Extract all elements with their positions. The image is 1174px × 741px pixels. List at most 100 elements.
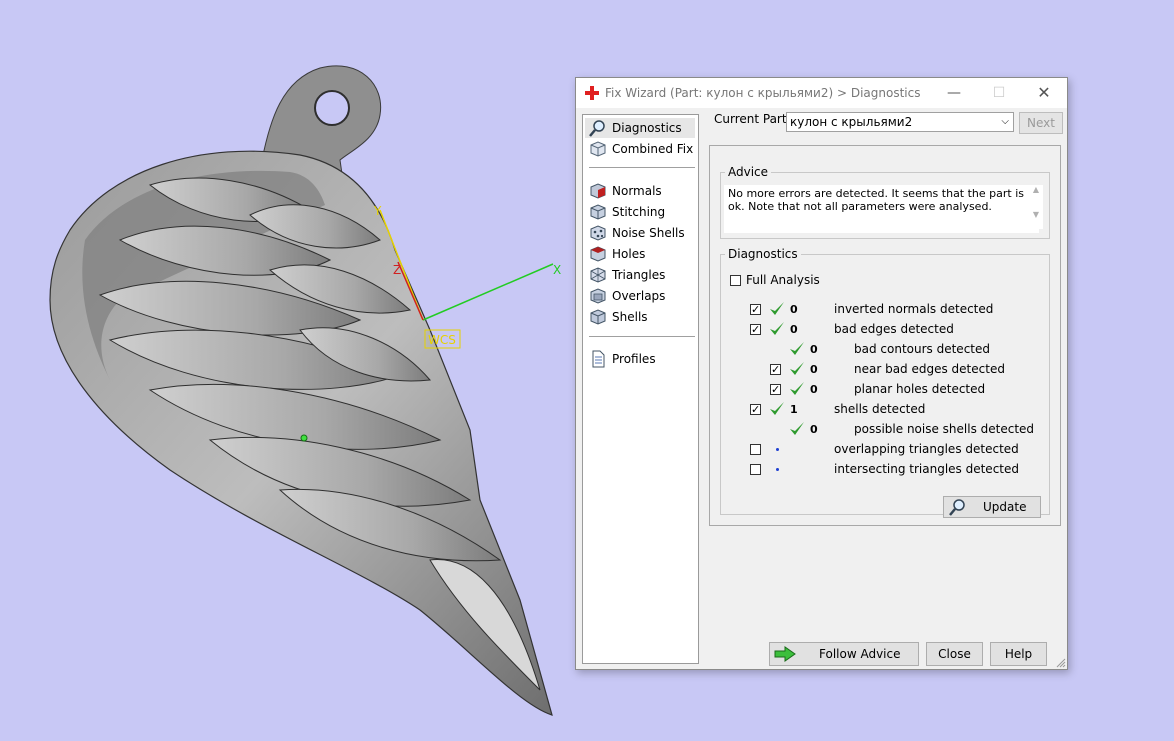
triangles-icon [590, 267, 606, 283]
help-button[interactable]: Help [990, 642, 1047, 666]
green-check-icon [770, 322, 784, 335]
pending-dot-icon [776, 468, 779, 471]
chevron-down-icon: ⌵ [1001, 116, 1009, 127]
nav-item-noise-shells[interactable]: Noise Shells [585, 223, 695, 243]
green-check-icon [770, 302, 784, 315]
intersecting-triangles-checkbox[interactable] [750, 464, 761, 475]
advice-scrollbar[interactable]: ▲ ▼ [1029, 185, 1043, 229]
window-title: Fix Wizard (Part: кулон с крыльями2) > D… [605, 86, 921, 100]
nav-label: Holes [612, 247, 646, 261]
green-check-icon [770, 402, 784, 415]
nav-divider [589, 336, 695, 337]
green-arrow-icon [774, 646, 796, 662]
planar-holes-label: planar holes detected [854, 382, 986, 396]
follow-advice-label: Follow Advice [819, 647, 901, 661]
nav-item-stitching[interactable]: Stitching [585, 202, 695, 222]
overlapping-triangles-label: overlapping triangles detected [834, 442, 1019, 456]
shells-checkbox[interactable]: ✓ [750, 404, 761, 415]
noise-shells-label: possible noise shells detected [854, 422, 1035, 436]
green-check-icon [790, 382, 804, 395]
document-icon [592, 350, 605, 368]
red-cross-icon [585, 86, 599, 100]
current-part-select[interactable]: кулон с крыльями2 ⌵ [786, 112, 1014, 132]
shells-count: 1 [790, 403, 798, 416]
resize-grip-icon[interactable] [1056, 658, 1066, 668]
nav-label: Shells [612, 310, 648, 324]
nav-item-combined-fix[interactable]: Combined Fix [585, 139, 695, 159]
maximize-button[interactable]: ☐ [976, 78, 1022, 108]
x-axis-label: X [553, 263, 561, 277]
nav-label: Noise Shells [612, 226, 685, 240]
nav-label: Stitching [612, 205, 666, 219]
nav-item-normals[interactable]: Normals [585, 181, 695, 201]
near-bad-edges-label: near bad edges detected [854, 362, 1005, 376]
nav-label: Combined Fix [612, 142, 694, 156]
minimize-button[interactable]: — [931, 78, 977, 108]
overlapping-triangles-checkbox[interactable] [750, 444, 761, 455]
close-window-button[interactable]: ✕ [1021, 78, 1067, 108]
advice-group: Advice No more errors are detected. It s… [720, 165, 1050, 239]
close-button[interactable]: Close [926, 642, 983, 666]
title-bar[interactable]: Fix Wizard (Part: кулон с крыльями2) > D… [576, 78, 1067, 108]
nav-item-holes[interactable]: Holes [585, 244, 695, 264]
intersecting-triangles-label: intersecting triangles detected [834, 462, 1019, 476]
shells-cube-icon [590, 309, 606, 325]
inverted-normals-count: 0 [790, 303, 798, 316]
nav-label: Normals [612, 184, 662, 198]
nav-label: Diagnostics [612, 121, 682, 135]
nav-divider [589, 167, 695, 168]
green-check-icon [790, 362, 804, 375]
cube-icon [590, 141, 606, 157]
near-bad-edges-checkbox[interactable]: ✓ [770, 364, 781, 375]
advice-legend: Advice [728, 165, 769, 179]
inverted-normals-checkbox[interactable]: ✓ [750, 304, 761, 315]
wing-pendant-model[interactable] [49, 65, 553, 716]
nav-label: Triangles [612, 268, 666, 282]
planar-holes-count: 0 [810, 383, 818, 396]
bad-contours-count: 0 [810, 343, 818, 356]
pending-dot-icon [776, 448, 779, 451]
nav-item-diagnostics[interactable]: Diagnostics [585, 118, 695, 138]
update-label: Update [983, 500, 1027, 514]
overlaps-cube-icon [590, 288, 606, 304]
nav-item-profiles[interactable]: Profiles [585, 349, 695, 369]
green-check-icon [790, 342, 804, 355]
noise-shells-count: 0 [810, 423, 818, 436]
inverted-normals-label: inverted normals detected [834, 302, 994, 316]
full-analysis-label: Full Analysis [746, 273, 820, 287]
next-button[interactable]: Next [1019, 112, 1063, 134]
fix-wizard-dialog: Fix Wizard (Part: кулон с крыльями2) > D… [575, 77, 1068, 670]
nav-label: Profiles [612, 352, 656, 366]
magnifier-icon [949, 499, 965, 516]
diagnostics-legend: Diagnostics [728, 247, 798, 261]
magnifier-icon [589, 120, 605, 137]
full-analysis-checkbox[interactable] [730, 275, 741, 286]
bad-contours-label: bad contours detected [854, 342, 990, 356]
current-part-value: кулон с крыльями2 [790, 115, 913, 129]
holes-cube-icon [590, 246, 606, 262]
nav-label: Overlaps [612, 289, 666, 303]
noise-shells-icon [590, 225, 606, 241]
update-button[interactable]: Update [943, 496, 1041, 518]
nav-item-overlaps[interactable]: Overlaps [585, 286, 695, 306]
scroll-down-icon[interactable]: ▼ [1029, 210, 1043, 219]
bad-edges-label: bad edges detected [834, 322, 954, 336]
z-axis-label: Z [393, 263, 401, 277]
diagnostics-panel: Advice No more errors are detected. It s… [709, 145, 1061, 526]
nav-item-triangles[interactable]: Triangles [585, 265, 695, 285]
normals-cube-icon [590, 183, 606, 199]
wcs-label: WCS [428, 333, 456, 347]
bad-edges-checkbox[interactable]: ✓ [750, 324, 761, 335]
scroll-up-icon[interactable]: ▲ [1029, 185, 1043, 194]
diagnostics-group: Diagnostics Full Analysis ✓ 0 inverted n… [720, 247, 1050, 518]
planar-holes-checkbox[interactable]: ✓ [770, 384, 781, 395]
bad-edges-count: 0 [790, 323, 798, 336]
y-axis-label: Y [373, 204, 382, 218]
advice-text: No more errors are detected. It seems th… [724, 185, 1039, 233]
current-part-label: Current Part: [714, 112, 791, 126]
follow-advice-button[interactable]: Follow Advice [769, 642, 919, 666]
shells-label: shells detected [834, 402, 926, 416]
nav-item-shells[interactable]: Shells [585, 307, 695, 327]
stitching-cube-icon [590, 204, 606, 220]
green-check-icon [790, 422, 804, 435]
